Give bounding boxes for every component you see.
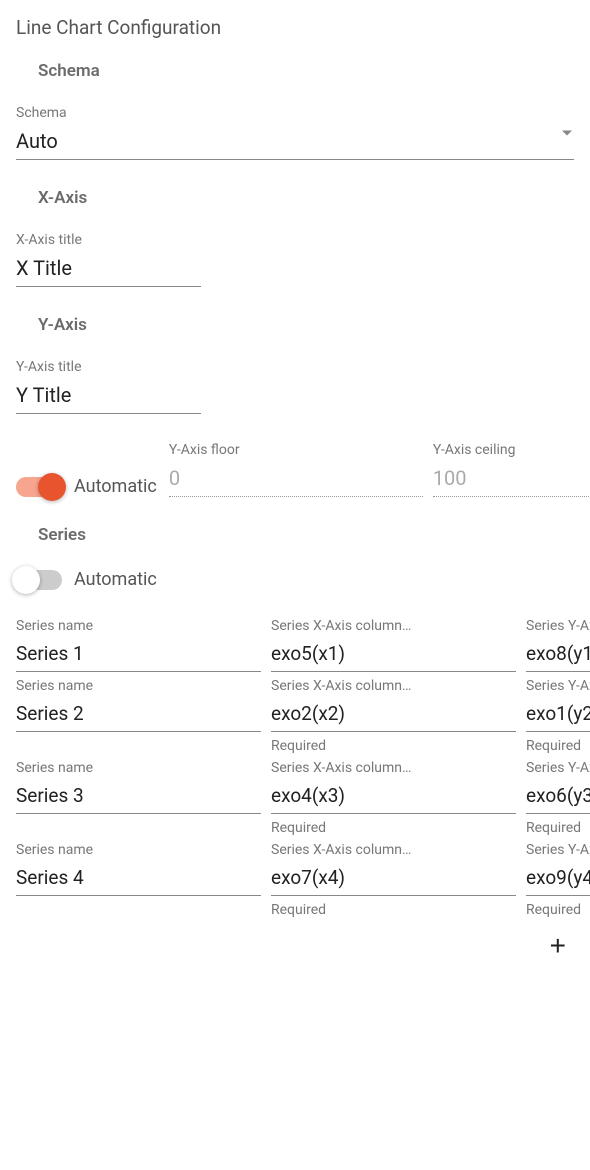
schema-value: Auto [16, 125, 574, 160]
series-x-label: Series X-Axis column… [271, 618, 516, 634]
yaxis-floor-input [169, 462, 423, 497]
yaxis-title-input[interactable] [16, 379, 201, 414]
series-y-helper: Required [526, 738, 590, 754]
section-header-schema: Schema [38, 61, 574, 81]
series-name-input[interactable] [16, 638, 261, 672]
section-header-xaxis: X-Axis [38, 188, 574, 208]
series-name-input[interactable] [16, 780, 261, 814]
series-auto-toggle-label: Automatic [74, 569, 157, 590]
schema-label: Schema [16, 105, 574, 121]
series-name-label: Series name [16, 842, 261, 858]
series-y-helper: Required [526, 902, 590, 918]
chevron-down-icon [562, 130, 572, 135]
yaxis-ceiling-input [433, 462, 590, 497]
series-row: Series name Series X-Axis column… Required… [16, 842, 574, 918]
yaxis-ceiling-label: Y-Axis ceiling [433, 442, 590, 458]
series-row: Series name Series X-Axis column… Required… [16, 760, 574, 836]
section-header-series: Series [38, 525, 574, 545]
series-row: Series nameSeries X-Axis column…Series Y… [16, 618, 574, 672]
series-y-helper: Required [526, 820, 590, 836]
page-title: Line Chart Configuration [16, 16, 574, 39]
series-name-label: Series name [16, 678, 261, 694]
series-name-label: Series name [16, 760, 261, 776]
series-y-label: Series Y-Axis column… [526, 678, 590, 694]
xaxis-title-label: X-Axis title [16, 232, 201, 248]
series-name-label: Series name [16, 618, 261, 634]
yaxis-auto-toggle[interactable] [16, 477, 62, 497]
series-name-input[interactable] [16, 698, 261, 732]
series-name-input[interactable] [16, 862, 261, 896]
series-x-label: Series X-Axis column… [271, 842, 516, 858]
yaxis-floor-label: Y-Axis floor [169, 442, 423, 458]
series-y-input[interactable] [526, 698, 590, 732]
series-auto-toggle[interactable] [16, 570, 62, 590]
series-x-helper: Required [271, 820, 516, 836]
series-x-helper: Required [271, 902, 516, 918]
series-x-input[interactable] [271, 862, 516, 896]
schema-select[interactable]: Schema Auto [16, 105, 574, 160]
series-x-input[interactable] [271, 780, 516, 814]
series-x-label: Series X-Axis column… [271, 678, 516, 694]
yaxis-title-label: Y-Axis title [16, 359, 201, 375]
series-y-label: Series Y-Axis column… [526, 760, 590, 776]
series-x-label: Series X-Axis column… [271, 760, 516, 776]
xaxis-title-input[interactable] [16, 252, 201, 287]
series-y-label: Series Y-Axis column… [526, 842, 590, 858]
add-series-button[interactable]: + [550, 932, 566, 960]
series-x-input[interactable] [271, 638, 516, 672]
section-header-yaxis: Y-Axis [38, 315, 574, 335]
series-y-input[interactable] [526, 862, 590, 896]
series-y-label: Series Y-Axis column… [526, 618, 590, 634]
series-y-input[interactable] [526, 780, 590, 814]
series-y-input[interactable] [526, 638, 590, 672]
series-row: Series name Series X-Axis column… Required… [16, 678, 574, 754]
series-x-helper: Required [271, 738, 516, 754]
series-x-input[interactable] [271, 698, 516, 732]
yaxis-auto-toggle-label: Automatic [74, 476, 157, 497]
